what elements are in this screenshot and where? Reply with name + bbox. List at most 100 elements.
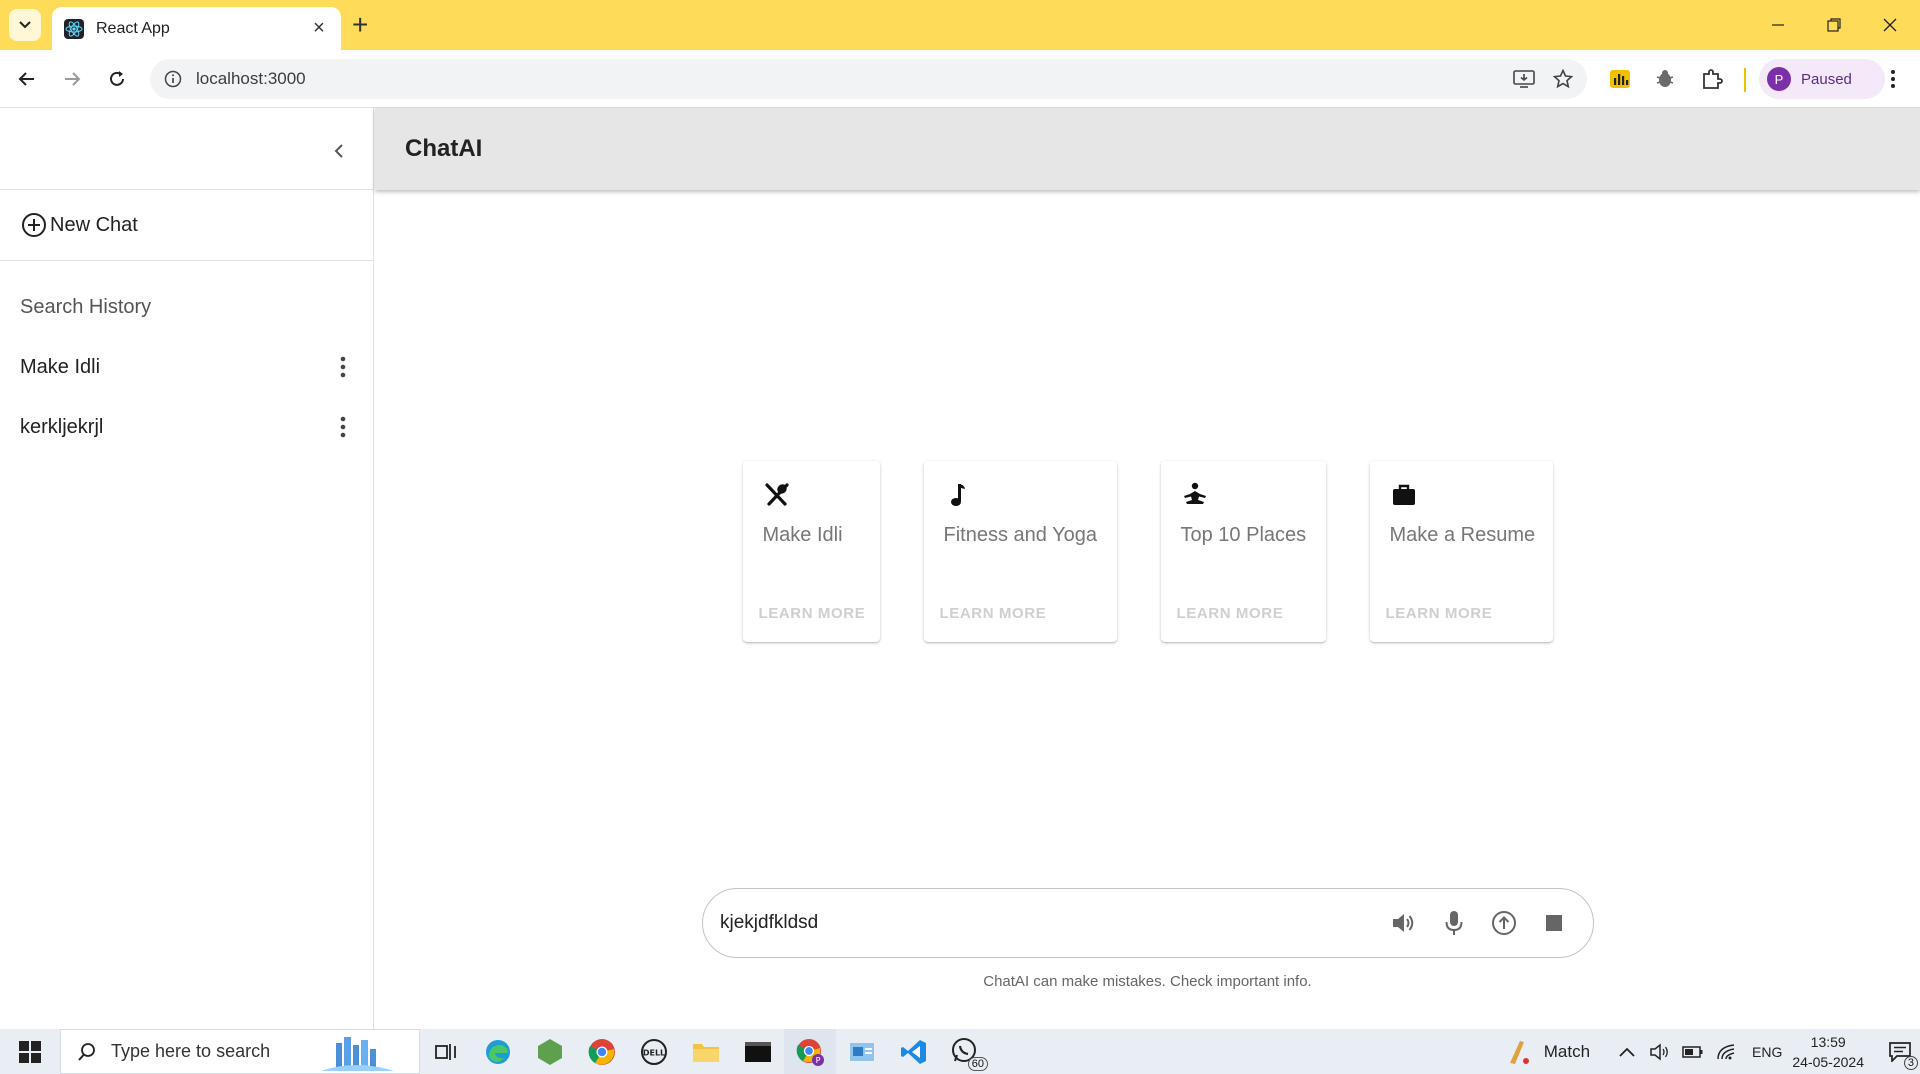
learn-more-button[interactable]: LEARN MORE (1177, 605, 1284, 622)
tab-title: React App (96, 19, 170, 37)
dell-icon[interactable]: DELL (628, 1029, 680, 1074)
browser-toolbar: localhost:3000 P Paused (0, 50, 1920, 108)
file-explorer-icon[interactable] (680, 1029, 732, 1074)
bookmark-star-icon[interactable] (1553, 69, 1573, 89)
speaker-icon[interactable] (1650, 1042, 1670, 1061)
new-tab-icon[interactable]: + (352, 11, 368, 39)
disclaimer-text: ChatAI can make mistakes. Check importan… (983, 973, 1312, 990)
weather-label[interactable]: Match (1544, 1042, 1590, 1062)
react-logo-icon (64, 18, 84, 39)
battery-icon[interactable] (1682, 1045, 1704, 1059)
chat-composer: kjekjdfkldsd (702, 888, 1594, 958)
suggestion-card[interactable]: Make a Resume LEARN MORE (1369, 461, 1553, 642)
search-highlight-icon (321, 1036, 395, 1071)
more-vert-icon[interactable] (331, 355, 355, 379)
reload-icon[interactable] (100, 62, 134, 96)
taskbar-search-placeholder: Type here to search (111, 1041, 271, 1061)
notification-count: 3 (1903, 1056, 1918, 1070)
card-label: Top 10 Places (1180, 524, 1307, 546)
meditation-icon (1183, 482, 1206, 504)
close-window-icon[interactable] (1862, 8, 1918, 42)
history-item-label: Make Idli (20, 355, 101, 378)
url-text: localhost:3000 (196, 69, 306, 88)
avatar: P (1767, 67, 1791, 91)
browser-tab[interactable]: React App × (52, 7, 341, 50)
history-item[interactable]: kerkljekrjl (0, 397, 373, 457)
app-root: New Chat Search History Make Idli kerklj… (0, 108, 1920, 1029)
learn-more-button[interactable]: LEARN MORE (1386, 605, 1493, 622)
extensions-puzzle-icon[interactable] (1697, 64, 1727, 94)
toolbar-separator (1744, 68, 1746, 92)
profile-button[interactable]: P Paused (1759, 59, 1885, 99)
wifi-icon[interactable] (1716, 1043, 1738, 1061)
clock[interactable]: 13:59 24-05-2024 (1792, 1032, 1864, 1072)
suggestion-card[interactable]: Make Idli LEARN MORE (742, 461, 880, 642)
learn-more-button[interactable]: LEARN MORE (759, 605, 866, 622)
forward-arrow-icon[interactable] (55, 62, 89, 96)
volume-icon[interactable] (1385, 904, 1423, 942)
card-label: Make Idli (762, 524, 843, 546)
page-title: ChatAI (405, 135, 483, 162)
main-panel: ChatAI Make Idli LEARN MORE Fitness and … (375, 108, 1920, 1029)
music-note-icon (950, 484, 965, 506)
os-taskbar: Type here to search DELL P 60 Match ENG … (0, 1029, 1920, 1074)
chevron-down-icon (19, 21, 31, 29)
svg-text:DELL: DELL (643, 1048, 665, 1057)
more-vert-icon[interactable] (331, 415, 355, 439)
language-indicator[interactable]: ENG (1752, 1044, 1782, 1060)
suggestion-cards: Make Idli LEARN MORE Fitness and Yoga LE… (375, 461, 1920, 642)
card-label: Fitness and Yoga (943, 524, 1097, 546)
learn-more-button[interactable]: LEARN MORE (940, 605, 1047, 622)
message-input[interactable]: kjekjdfkldsd (720, 912, 1373, 934)
suggestion-card[interactable]: Top 10 Places LEARN MORE (1160, 461, 1326, 642)
outlook-icon[interactable] (836, 1029, 888, 1074)
briefcase-icon (1392, 484, 1415, 505)
site-info-icon[interactable] (164, 70, 182, 88)
new-chat-label: New Chat (50, 213, 138, 236)
chrome-icon[interactable] (576, 1029, 628, 1074)
stop-icon[interactable] (1535, 904, 1573, 942)
add-circle-icon (22, 213, 46, 237)
clock-time: 13:59 (1810, 1033, 1846, 1050)
extension-chart-icon[interactable] (1605, 64, 1635, 94)
tab-search-button[interactable] (9, 9, 41, 41)
close-tab-icon[interactable]: × (309, 17, 329, 40)
windows-start-icon[interactable] (0, 1029, 60, 1074)
suggestion-card[interactable]: Fitness and Yoga LEARN MORE (923, 461, 1117, 642)
install-app-icon[interactable] (1513, 69, 1535, 89)
whatsapp-icon[interactable]: 60 (940, 1029, 992, 1074)
collapse-sidebar-button[interactable] (322, 134, 356, 168)
profile-status: Paused (1801, 70, 1852, 88)
back-arrow-icon[interactable] (10, 62, 44, 96)
search-icon (78, 1042, 95, 1061)
app-bar: ChatAI (375, 108, 1920, 190)
sidebar: New Chat Search History Make Idli kerklj… (0, 108, 374, 1029)
search-history-heading: Search History (20, 296, 152, 318)
restore-icon[interactable] (1806, 8, 1862, 42)
svg-text:P: P (816, 1056, 821, 1065)
system-tray: Match ENG 13:59 24-05-2024 3 (1504, 1029, 1920, 1074)
edge-browser-icon[interactable] (472, 1029, 524, 1074)
sidebar-header (0, 108, 373, 190)
history-item[interactable]: Make Idli (0, 337, 373, 397)
microphone-icon[interactable] (1435, 904, 1473, 942)
task-view-icon[interactable] (420, 1029, 472, 1074)
card-label: Make a Resume (1389, 524, 1536, 546)
browser-menu-icon[interactable] (1878, 64, 1908, 94)
minimize-icon[interactable] (1750, 8, 1806, 42)
chrome-profile-icon[interactable]: P (784, 1029, 836, 1074)
notification-center-icon[interactable]: 3 (1880, 1029, 1920, 1074)
vscode-icon[interactable] (888, 1029, 940, 1074)
node-hexagon-icon[interactable] (524, 1029, 576, 1074)
taskbar-search-input[interactable]: Type here to search (60, 1029, 420, 1074)
chevron-left-icon (334, 144, 343, 158)
new-chat-button[interactable]: New Chat (0, 190, 373, 261)
history-item-label: kerkljekrjl (20, 415, 104, 438)
weather-cricket-icon[interactable] (1504, 1037, 1534, 1067)
extension-bug-icon[interactable] (1650, 64, 1680, 94)
upload-icon[interactable] (1485, 904, 1523, 942)
address-bar[interactable]: localhost:3000 (150, 59, 1587, 99)
terminal-icon[interactable] (732, 1029, 784, 1074)
chevron-up-icon[interactable] (1618, 1046, 1636, 1058)
whatsapp-badge: 60 (967, 1057, 988, 1071)
